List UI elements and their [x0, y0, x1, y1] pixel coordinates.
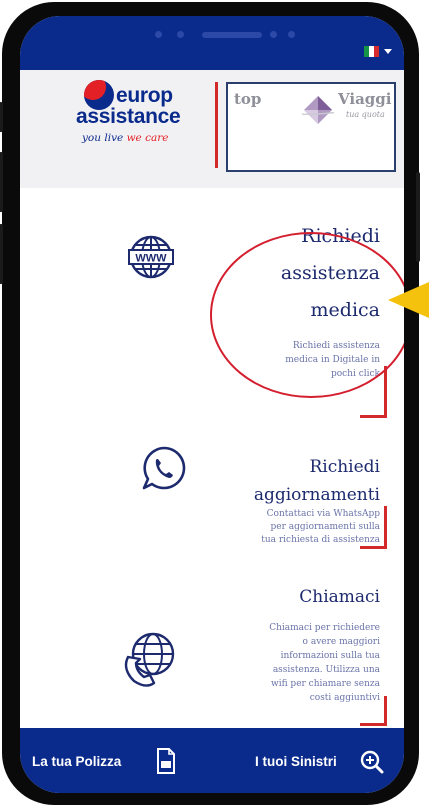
- globe-phone-icon: [124, 632, 175, 687]
- notch-sensor: [155, 31, 162, 38]
- power-button: [416, 172, 420, 262]
- service-description: Chiamaci per richiedere o avere maggiori…: [220, 621, 380, 705]
- bottom-nav: La tua Polizza I tuoi Sinistri: [20, 728, 404, 793]
- mute-switch: [0, 102, 3, 132]
- partner-logo-box: top Viaggi tua quota: [226, 82, 396, 172]
- logo-tagline-part-a: you live: [82, 132, 124, 144]
- service-description-line: informazioni sulla tua: [280, 651, 380, 661]
- phone-frame: europ assistance you live we care top Vi…: [0, 2, 420, 805]
- service-title-line: Chiamaci: [299, 587, 380, 607]
- red-bracket-foot: [360, 546, 387, 549]
- service-description-line: costi aggiuntivi: [309, 693, 380, 703]
- logo-tagline-part-b: we care: [126, 132, 169, 144]
- partner-logo-sub: tua quota: [346, 110, 385, 119]
- app-screen: europ assistance you live we care top Vi…: [20, 16, 404, 793]
- italy-flag-icon[interactable]: [364, 46, 379, 57]
- document-icon: [157, 748, 175, 774]
- highlight-circle: [210, 232, 404, 398]
- service-title-line: Richiedi: [309, 457, 380, 477]
- service-description: Contattaci via WhatsApp per aggiornament…: [220, 508, 380, 547]
- service-description-line: wifi per chiamare senza: [270, 679, 380, 689]
- red-bracket: [384, 696, 387, 726]
- header-divider: [215, 82, 218, 168]
- partner-logo-right: Viaggi: [338, 90, 392, 108]
- service-description-line: Contattaci via WhatsApp: [266, 509, 380, 519]
- europ-assistance-logo: europ assistance you live we care: [76, 80, 196, 160]
- service-title: Chiamaci: [220, 587, 380, 607]
- red-bracket-foot: [360, 415, 387, 418]
- pointer-arrow-icon: [388, 282, 429, 318]
- notch-sensor-right-2: [288, 31, 295, 38]
- service-description-line: Chiamaci per richiedere: [269, 623, 380, 633]
- red-bracket-foot: [360, 723, 387, 726]
- whatsapp-icon: [142, 446, 186, 490]
- www-globe-icon: WWW: [128, 235, 174, 279]
- status-bar: [20, 16, 404, 70]
- partner-diamond-icon: [302, 96, 334, 124]
- logo-line-2: assistance: [76, 105, 181, 128]
- service-title: Richiedi aggiornamenti: [200, 453, 380, 509]
- notch-speaker: [202, 32, 262, 38]
- service-description-line: o avere maggiori: [302, 637, 380, 647]
- notch-camera: [177, 31, 184, 38]
- partner-logo-left: top: [234, 90, 262, 108]
- magnifier-plus-icon: [360, 750, 384, 774]
- logo-tagline: you live we care: [82, 132, 168, 144]
- volume-up-button: [0, 152, 3, 212]
- chevron-down-icon[interactable]: [384, 49, 392, 54]
- service-description-line: tua richiesta di assistenza: [261, 535, 380, 545]
- notch-sensor-right: [270, 31, 277, 38]
- claims-label: I tuoi Sinistri: [255, 754, 337, 769]
- svg-text:WWW: WWW: [135, 253, 167, 265]
- app-header: europ assistance you live we care top Vi…: [20, 70, 404, 188]
- red-bracket: [384, 366, 387, 418]
- red-bracket: [384, 506, 387, 549]
- service-description-line: per aggiornamenti sulla: [270, 522, 380, 532]
- volume-down-button: [0, 224, 3, 284]
- service-description-line: assistenza. Utilizza una: [272, 665, 380, 675]
- service-title-line: aggiornamenti: [253, 485, 380, 505]
- policy-label: La tua Polizza: [32, 754, 122, 769]
